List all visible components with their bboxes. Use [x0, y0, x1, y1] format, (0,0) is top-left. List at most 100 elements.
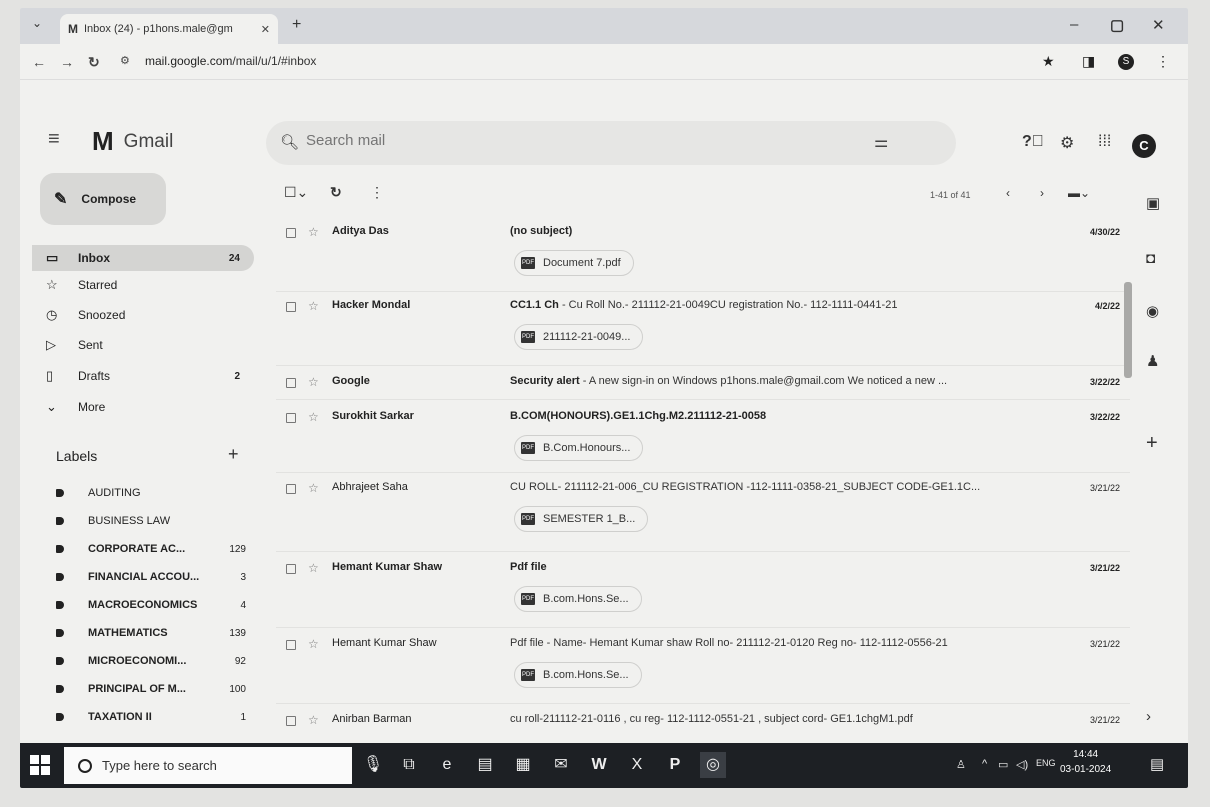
label-item[interactable]: AUDITING	[56, 482, 246, 504]
apps-grid-icon[interactable]: ⁞⁞⁞	[1098, 133, 1111, 151]
close-window-button[interactable]: ✕	[1152, 16, 1165, 34]
attachment-chip[interactable]: PDF B.com.Hons.Se...	[514, 586, 642, 612]
row-checkbox[interactable]	[286, 228, 296, 238]
star-icon[interactable]: ☆	[308, 637, 319, 651]
more-actions-icon[interactable]: ⋮	[370, 184, 384, 201]
search-icon[interactable]: 🔍︎	[280, 133, 299, 151]
row-checkbox[interactable]	[286, 484, 296, 494]
site-info-icon[interactable]: ⚙	[120, 54, 130, 67]
label-item[interactable]: FINANCIAL ACCOU... 3	[56, 566, 246, 588]
label-item[interactable]: MATHEMATICS 139	[56, 622, 246, 644]
sidebar-item-inbox[interactable]: ▭ Inbox 24	[32, 245, 254, 271]
mail-app-icon[interactable]: ✉	[548, 752, 574, 778]
search-options-icon[interactable]: ⚌	[874, 132, 888, 152]
row-checkbox[interactable]	[286, 716, 296, 726]
email-row[interactable]: ☆ Google Security alert - A new sign-in …	[276, 370, 1130, 400]
star-icon[interactable]: ☆	[308, 410, 319, 424]
word-app-icon[interactable]: W	[586, 752, 612, 778]
attachment-chip[interactable]: PDF 211112-21-0049...	[514, 324, 644, 350]
row-checkbox[interactable]	[286, 640, 296, 650]
help-icon[interactable]: ?⃝	[1022, 133, 1044, 151]
label-item[interactable]: BUSINESS LAW	[56, 510, 246, 532]
email-row[interactable]: ☆ Surokhit Sarkar B.COM(HONOURS).GE1.1Ch…	[276, 405, 1130, 473]
select-all-checkbox[interactable]: ☐⌄	[284, 184, 308, 201]
star-icon[interactable]: ☆	[308, 375, 319, 389]
store-icon[interactable]: ▦	[510, 752, 536, 778]
notifications-icon[interactable]: ▤	[1150, 755, 1164, 773]
main-menu-icon[interactable]: ≡	[48, 128, 60, 151]
email-row[interactable]: ☆ Aditya Das (no subject) 4/30/22 PDF Doc…	[276, 220, 1130, 292]
refresh-icon[interactable]: ↻	[330, 184, 342, 201]
sidebar-item-more[interactable]: ⌄ More	[32, 394, 254, 420]
label-item[interactable]: CORPORATE AC... 129	[56, 538, 246, 560]
browser-profile-avatar[interactable]: S	[1118, 54, 1134, 70]
forward-button[interactable]: →	[60, 54, 74, 70]
taskbar-clock[interactable]: 14:44 03-01-2024	[1060, 747, 1111, 777]
tab-close-icon[interactable]: ✕	[261, 23, 270, 36]
attachment-chip[interactable]: PDF B.com.Hons.Se...	[514, 662, 642, 688]
account-avatar[interactable]: C	[1132, 134, 1156, 158]
star-icon[interactable]: ☆	[308, 225, 319, 239]
search-input[interactable]	[306, 132, 806, 149]
minimize-button[interactable]: –	[1070, 16, 1078, 33]
excel-app-icon[interactable]: X	[624, 752, 650, 778]
people-icon[interactable]: ♙	[956, 758, 966, 771]
contacts-icon[interactable]: ♟	[1146, 352, 1159, 370]
sidebar-item-starred[interactable]: ☆ Starred	[32, 272, 254, 298]
bookmark-star-icon[interactable]: ★	[1042, 53, 1055, 70]
expand-side-panel-icon[interactable]: ›	[1146, 708, 1151, 725]
prev-page-icon[interactable]: ‹	[1006, 186, 1010, 200]
email-row[interactable]: ☆ Abhrajeet Saha CU ROLL- 211112-21-006_…	[276, 476, 1130, 552]
tasks-icon[interactable]: ◉	[1146, 302, 1159, 320]
back-button[interactable]: ←	[32, 54, 46, 70]
star-icon[interactable]: ☆	[308, 481, 319, 495]
attachment-chip[interactable]: PDF Document 7.pdf	[514, 250, 634, 276]
create-label-button[interactable]: +	[228, 444, 239, 465]
language-indicator[interactable]: ENG	[1036, 758, 1056, 768]
label-item[interactable]: MICROECONOMI... 92	[56, 650, 246, 672]
compose-button[interactable]: ✎ Compose	[40, 173, 166, 225]
label-item[interactable]: PRINCIPAL OF M... 100	[56, 678, 246, 700]
input-tools-icon[interactable]: ▬⌄	[1068, 186, 1090, 200]
attachment-chip[interactable]: PDF B.Com.Honours...	[514, 435, 644, 461]
label-item[interactable]: TAXATION II 1	[56, 706, 246, 728]
star-icon[interactable]: ☆	[308, 561, 319, 575]
keep-icon[interactable]: ◘	[1146, 250, 1155, 267]
row-checkbox[interactable]	[286, 413, 296, 423]
file-explorer-icon[interactable]: ▤	[472, 752, 498, 778]
sidebar-item-snoozed[interactable]: ◷ Snoozed	[32, 302, 254, 328]
volume-icon[interactable]: ◁)	[1016, 758, 1028, 771]
edge-browser-icon[interactable]: e	[434, 752, 460, 778]
email-row[interactable]: ☆ Hemant Kumar Shaw Pdf file - Name- Hem…	[276, 632, 1130, 704]
settings-gear-icon[interactable]: ⚙	[1060, 133, 1074, 153]
browser-menu-icon[interactable]: ⋮	[1156, 53, 1170, 70]
tab-search-icon[interactable]: ⌄	[32, 16, 42, 30]
show-hidden-icons[interactable]: ^	[982, 758, 987, 770]
attachment-chip[interactable]: PDF SEMESTER 1_B...	[514, 506, 649, 532]
chrome-app-icon[interactable]: ◎	[700, 752, 726, 778]
sidebar-item-drafts[interactable]: ▯ Drafts 2	[32, 363, 254, 389]
row-checkbox[interactable]	[286, 564, 296, 574]
sidebar-item-sent[interactable]: ▷ Sent	[32, 332, 254, 358]
email-row[interactable]: ☆ Anirban Barman cu roll-211112-21-0116 …	[276, 708, 1130, 742]
side-panel-icon[interactable]: ◨	[1082, 53, 1095, 70]
gmail-logo[interactable]: M Gmail	[92, 126, 173, 157]
browser-tab-gmail[interactable]: M Inbox (24) - p1hons.male@gm ✕	[60, 14, 278, 44]
url-field[interactable]: mail.google.com/mail/u/1/#inbox	[145, 54, 316, 68]
powerpoint-app-icon[interactable]: P	[662, 752, 688, 778]
new-tab-button[interactable]: +	[292, 16, 301, 34]
restore-button[interactable]: ▢	[1110, 16, 1124, 34]
row-checkbox[interactable]	[286, 302, 296, 312]
reload-button[interactable]: ↻	[88, 54, 100, 71]
star-icon[interactable]: ☆	[308, 713, 319, 727]
network-icon[interactable]: ▭	[998, 758, 1008, 771]
taskbar-search-box[interactable]: Type here to search	[64, 747, 352, 784]
row-checkbox[interactable]	[286, 378, 296, 388]
email-row[interactable]: ☆ Hacker Mondal CC1.1 Ch - Cu Roll No.- …	[276, 294, 1130, 366]
windows-start-icon[interactable]	[30, 755, 50, 775]
task-view-icon[interactable]: ⧉	[396, 752, 422, 778]
next-page-icon[interactable]: ›	[1040, 186, 1044, 200]
label-item[interactable]: MACROECONOMICS 4	[56, 594, 246, 616]
microphone-icon[interactable]: 🎙︎	[360, 752, 386, 778]
star-icon[interactable]: ☆	[308, 299, 319, 313]
